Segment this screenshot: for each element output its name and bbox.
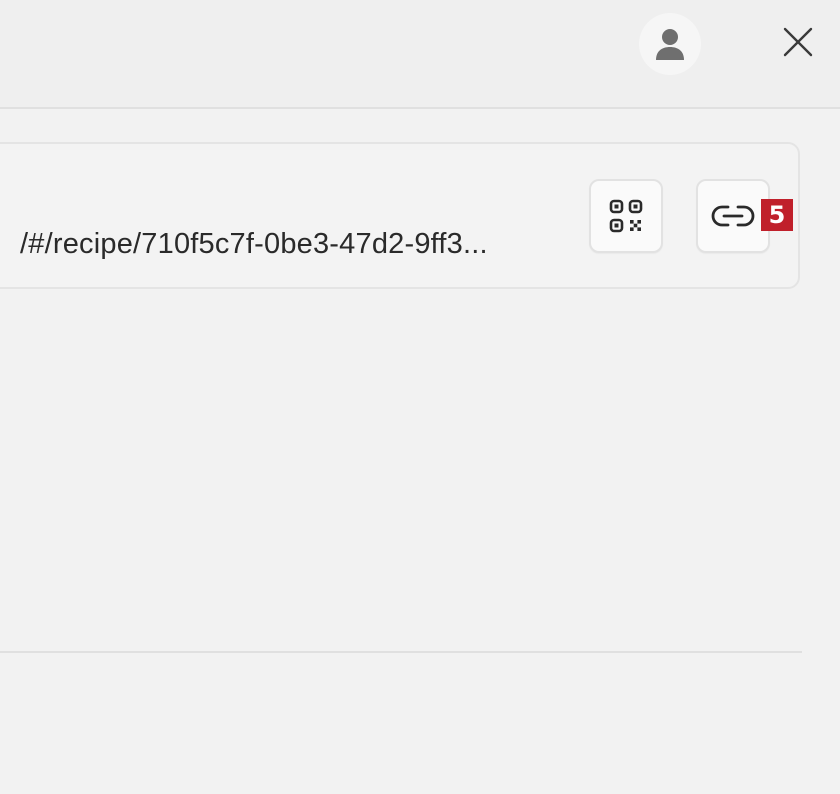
close-button[interactable] <box>774 18 822 66</box>
element-index-badge: 5 <box>761 199 793 231</box>
qr-code-button[interactable] <box>589 179 663 253</box>
dialog-header <box>0 0 840 109</box>
share-url-text[interactable]: /#/recipe/710f5c7f-0be3-47d2-9ff3... <box>20 226 488 262</box>
copy-link-button[interactable] <box>696 179 770 253</box>
share-link-card <box>0 142 800 289</box>
section-divider <box>0 651 802 653</box>
close-icon <box>783 27 813 57</box>
link-icon <box>711 205 755 227</box>
qr-code-icon <box>609 199 643 233</box>
user-avatar-icon <box>656 29 684 60</box>
avatar[interactable] <box>639 13 701 75</box>
